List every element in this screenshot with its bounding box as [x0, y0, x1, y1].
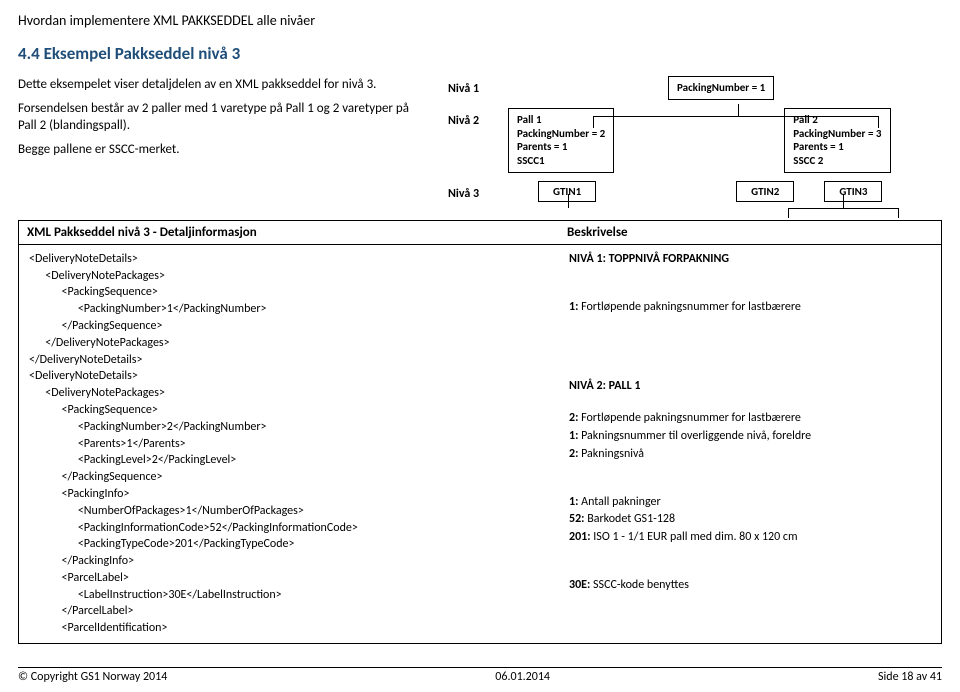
table-header-desc: Beskrivelse: [559, 221, 941, 244]
intro-text: Dette eksempelet viser detaljdelen av en…: [18, 76, 428, 210]
hierarchy-diagram: Nivå 1 PackingNumber = 1 Nivå 2 Pall 1 P…: [448, 76, 942, 210]
desc-typecode: 201: ISO 1 - 1/1 EUR pall med dim. 80 x …: [569, 529, 931, 546]
pall-1-box: Pall 1 PackingNumber = 2 Parents = 1 SSC…: [508, 108, 614, 173]
intro-p3: Begge pallene er SSCC-merket.: [18, 141, 428, 159]
level-1-label: Nivå 1: [448, 76, 498, 96]
xml-content: <DeliveryNoteDetails> <DeliveryNotePacka…: [19, 245, 559, 643]
description-column: NIVÅ 1: TOPPNIVÅ FORPAKNING 1: 1: Fortlø…: [559, 245, 941, 643]
level-2-label: Nivå 2: [448, 108, 498, 128]
desc-numpkg: 1: Antall pakninger: [569, 494, 931, 511]
desc-niva1: NIVÅ 1: TOPPNIVÅ FORPAKNING: [569, 251, 931, 268]
doc-header: Hvordan implementere XML PAKKSEDDEL alle…: [18, 12, 942, 29]
section-title: 4.4 Eksempel Pakkseddel nivå 3: [18, 43, 942, 64]
gtin2-box: GTIN2: [736, 181, 794, 202]
table-header-xml: XML Pakkseddel nivå 3 - Detaljinformasjo…: [19, 221, 559, 244]
intro-p2: Forsendelsen består av 2 paller med 1 va…: [18, 100, 428, 135]
footer-copyright: © Copyright GS1 Norway 2014: [18, 670, 167, 684]
desc-level: 2: Pakningsnivå: [569, 446, 931, 463]
desc-label: 30E: SSCC-kode benyttes: [569, 577, 931, 594]
footer-date: 06.01.2014: [495, 670, 550, 684]
desc-packnum2: 2: Fortløpende pakningsnummer for lastbæ…: [569, 410, 931, 427]
level-3-label: Nivå 3: [448, 181, 498, 201]
pall-2-box: Pall 2 PackingNumber = 3 Parents = 1 SSC…: [784, 108, 890, 173]
footer-page: Side 18 av 41: [878, 670, 942, 684]
desc-parents: 1: Pakningsnummer til overliggende nivå,…: [569, 428, 931, 445]
desc-packnum1: 1: 1: Fortløpende pakningsnummer for las…: [569, 299, 931, 316]
desc-infocode: 52: Barkodet GS1-128: [569, 511, 931, 528]
desc-niva2: NIVÅ 2: PALL 1: [569, 378, 931, 395]
detail-table: XML Pakkseddel nivå 3 - Detaljinformasjo…: [18, 220, 942, 644]
intro-p1: Dette eksempelet viser detaljdelen av en…: [18, 76, 428, 94]
gtin3-box: GTIN3: [824, 181, 882, 202]
page-footer: © Copyright GS1 Norway 2014 06.01.2014 S…: [18, 667, 942, 684]
packingnumber-1-box: PackingNumber = 1: [668, 76, 774, 100]
